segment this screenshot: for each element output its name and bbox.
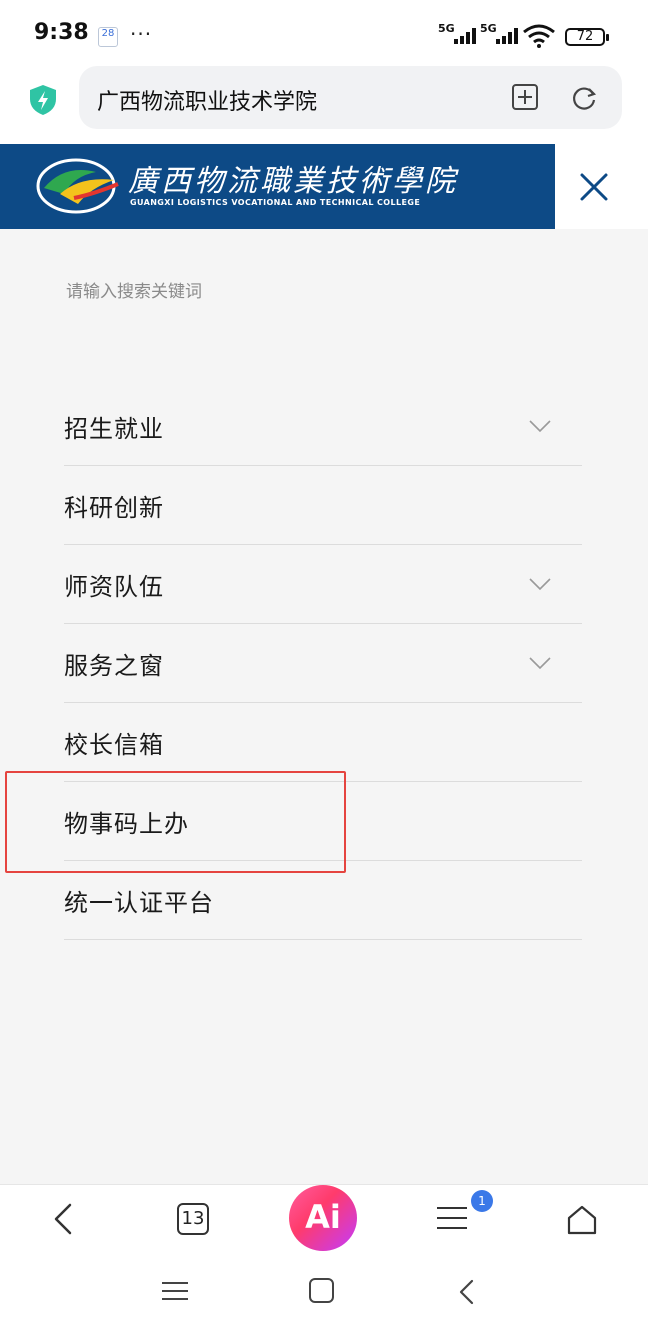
menu-item[interactable]: 服务之窗 [64, 624, 582, 703]
system-navigation-bar [0, 1256, 648, 1329]
menu-item[interactable]: 校长信箱 [64, 703, 582, 782]
browser-toolbar: 13 Ai 1 [0, 1184, 648, 1256]
ai-assistant-button[interactable]: Ai [289, 1185, 357, 1251]
college-logo[interactable] [34, 154, 124, 218]
add-bookmark-icon[interactable] [512, 84, 538, 110]
menu-item[interactable]: 物事码上办 [64, 782, 582, 861]
site-header: 廣西物流職業技術學院 GUANGXI LOGISTICS VOCATIONAL … [0, 144, 555, 229]
menu-item[interactable]: 统一认证平台 [64, 861, 582, 940]
calendar-day: 28 [101, 28, 115, 39]
menu-item-label[interactable]: 服务之窗 [64, 646, 164, 681]
tabs-button[interactable]: 13 [177, 1203, 209, 1235]
overflow-notifications: ··· [130, 22, 153, 46]
menu-list: 招生就业科研创新师资队伍服务之窗校长信箱物事码上办统一认证平台 [64, 387, 582, 940]
menu-icon[interactable] [437, 1205, 467, 1231]
college-name-chinese: 廣西物流職業技術學院 [128, 164, 458, 199]
recent-apps-icon[interactable] [162, 1280, 188, 1302]
back-icon[interactable] [50, 1201, 78, 1237]
signal-label: 5G [438, 22, 455, 35]
notification-badge: 1 [471, 1190, 493, 1212]
url-field[interactable]: 广西物流职业技术学院 [79, 66, 622, 129]
menu-item[interactable]: 科研创新 [64, 466, 582, 545]
calendar-icon: 28 [98, 27, 118, 47]
address-bar: 广西物流职业技术学院 [0, 62, 648, 140]
signal-label: 5G [480, 22, 497, 35]
system-home-icon[interactable] [309, 1278, 334, 1303]
system-back-icon[interactable] [456, 1278, 476, 1306]
page-title[interactable]: 广西物流职业技术学院 [97, 84, 317, 116]
college-name-english: GUANGXI LOGISTICS VOCATIONAL AND TECHNIC… [130, 198, 421, 207]
menu-item[interactable]: 招生就业 [64, 387, 582, 466]
shield-icon[interactable] [28, 84, 58, 116]
refresh-icon[interactable] [570, 84, 598, 112]
home-icon[interactable] [565, 1203, 599, 1237]
menu-item-label[interactable]: 科研创新 [64, 488, 164, 523]
chevron-down-icon[interactable] [528, 577, 552, 591]
search-input[interactable] [66, 277, 566, 307]
menu-item[interactable]: 师资队伍 [64, 545, 582, 624]
close-icon[interactable] [579, 172, 609, 202]
chevron-down-icon[interactable] [528, 419, 552, 433]
wifi-icon [523, 24, 555, 48]
menu-item-label[interactable]: 统一认证平台 [64, 883, 214, 918]
chevron-down-icon[interactable] [528, 656, 552, 670]
navigation-menu: 招生就业科研创新师资队伍服务之窗校长信箱物事码上办统一认证平台 [0, 229, 648, 1184]
status-bar: 9:38 28 ··· 5G 5G 72 [0, 0, 648, 70]
menu-item-label[interactable]: 物事码上办 [64, 804, 189, 839]
menu-item-label[interactable]: 招生就业 [64, 409, 164, 444]
status-time: 9:38 [34, 20, 89, 45]
menu-item-label[interactable]: 校长信箱 [64, 725, 164, 760]
close-menu-button[interactable] [555, 144, 648, 229]
battery-icon: 72 [565, 28, 609, 46]
menu-item-label[interactable]: 师资队伍 [64, 567, 164, 602]
